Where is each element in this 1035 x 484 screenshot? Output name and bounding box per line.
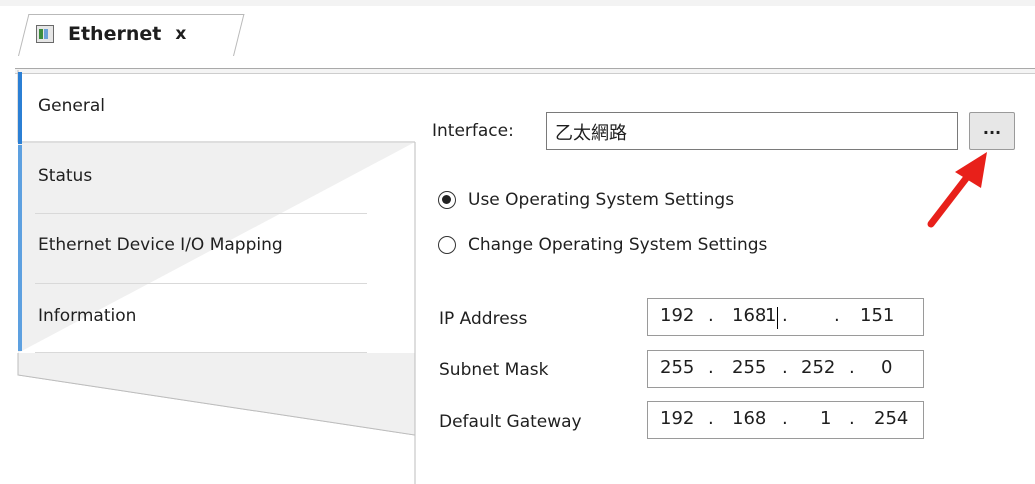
- subnet-dot: .: [849, 357, 855, 378]
- sidebar-item-io-mapping[interactable]: Ethernet Device I/O Mapping: [38, 235, 283, 255]
- gateway-octet-4: 254: [874, 408, 909, 429]
- ip-dot: .: [708, 305, 714, 326]
- gateway-octet-3: 1: [820, 408, 832, 429]
- sidebar-item-information[interactable]: Information: [38, 306, 136, 326]
- ip-octet-4: 151: [860, 305, 895, 326]
- radio-checked-icon[interactable]: [438, 191, 456, 209]
- browse-button[interactable]: ...: [969, 112, 1015, 150]
- radio-change-os-settings[interactable]: Change Operating System Settings: [438, 235, 767, 255]
- subnet-mask-field[interactable]: 255 . 255 . 252 . 0: [647, 350, 924, 388]
- red-arrow-icon: [927, 152, 987, 228]
- gateway-dot: .: [708, 408, 714, 429]
- ip-octet-2: 168: [732, 305, 767, 326]
- ip-dot: .: [782, 305, 788, 326]
- close-icon[interactable]: x: [175, 24, 186, 44]
- subnet-mask-label: Subnet Mask: [439, 360, 549, 380]
- gateway-dot: .: [849, 408, 855, 429]
- subnet-octet-2: 255: [732, 357, 767, 378]
- tab-content: Ethernet x: [36, 22, 186, 46]
- interface-field[interactable]: 乙太網路: [546, 112, 958, 150]
- radio-label: Change Operating System Settings: [468, 235, 768, 255]
- ip-address-label: IP Address: [439, 309, 528, 329]
- sidebar-item-status[interactable]: Status: [38, 166, 92, 186]
- divider: [35, 283, 367, 284]
- text-caret: [777, 307, 778, 329]
- tab-label: Ethernet: [68, 23, 162, 45]
- sidebar-item-general[interactable]: General: [38, 96, 105, 116]
- ip-dot: .: [834, 305, 840, 326]
- interface-label: Interface:: [432, 121, 514, 141]
- default-gateway-field[interactable]: 192 . 168 . 1 . 254: [647, 401, 924, 439]
- divider: [35, 213, 367, 214]
- subnet-octet-1: 255: [660, 357, 695, 378]
- subnet-octet-4: 0: [881, 357, 893, 378]
- radio-unchecked-icon[interactable]: [438, 236, 456, 254]
- ip-octet-3: 1: [765, 305, 777, 326]
- gateway-octet-1: 192: [660, 408, 695, 429]
- default-gateway-label: Default Gateway: [439, 412, 582, 432]
- ip-octet-1: 192: [660, 305, 695, 326]
- radio-use-os-settings[interactable]: Use Operating System Settings: [438, 190, 734, 210]
- subnet-octet-3: 252: [801, 357, 836, 378]
- sidebar: [0, 70, 440, 484]
- divider: [35, 352, 367, 353]
- subnet-dot: .: [708, 357, 714, 378]
- sidebar-indicator: [18, 145, 22, 351]
- sidebar-active-indicator: [18, 72, 22, 144]
- radio-label: Use Operating System Settings: [468, 190, 735, 210]
- subnet-dot: .: [782, 357, 788, 378]
- device-icon: [36, 25, 54, 43]
- top-strip: [0, 0, 1035, 6]
- sidebar-frame: [17, 70, 416, 484]
- ip-address-field[interactable]: 192 . 168 . 1 . 151: [647, 298, 924, 336]
- gateway-dot: .: [782, 408, 788, 429]
- gateway-octet-2: 168: [732, 408, 767, 429]
